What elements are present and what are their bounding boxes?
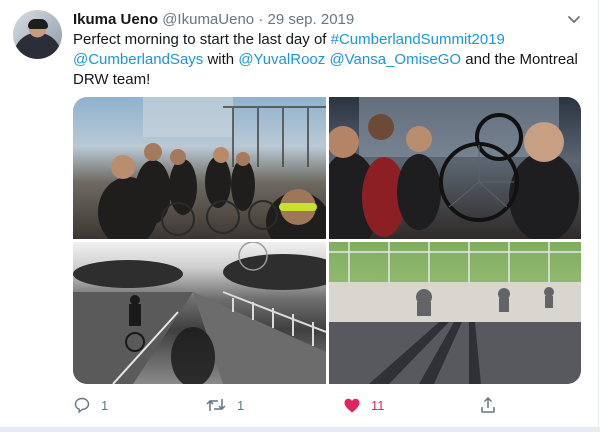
separator-dot: · — [258, 11, 264, 28]
mention-link[interactable]: @CumberlandSays — [73, 51, 203, 68]
photo-cyclists-bridge[interactable] — [73, 97, 326, 239]
photo-grid — [73, 97, 581, 384]
author-name[interactable]: Ikuma Ueno — [73, 11, 158, 28]
reply-count: 1 — [101, 397, 109, 413]
divider — [0, 427, 600, 432]
author-handle[interactable]: @IkumaUeno — [162, 11, 254, 28]
tweet-date[interactable]: 29 sep. 2019 — [267, 11, 354, 28]
avatar[interactable] — [13, 10, 62, 59]
share-button[interactable] — [479, 393, 497, 417]
share-icon — [481, 397, 495, 413]
photo-bw-cyclist[interactable] — [73, 242, 326, 384]
chevron-down-icon[interactable] — [566, 13, 582, 27]
retweet-count: 1 — [237, 397, 245, 413]
tweet-text-part: with — [203, 51, 239, 68]
like-button[interactable]: 11 — [343, 393, 385, 417]
tweet-actions: 1 1 11 — [73, 393, 503, 417]
tweet-header: Ikuma Ueno @IkumaUeno · 29 sep. 2019 — [73, 11, 354, 28]
mention-link[interactable]: @YuvalRooz — [238, 51, 325, 68]
tweet-card[interactable]: Ikuma Ueno @IkumaUeno · 29 sep. 2019 Per… — [0, 0, 599, 432]
hashtag-link[interactable]: #CumberlandSummit2019 — [331, 31, 505, 48]
retweet-icon — [206, 399, 226, 411]
photo-cyclist-shadows[interactable] — [329, 242, 581, 384]
tweet-text: Perfect morning to start the last day of… — [73, 30, 578, 90]
photo-group-selfie[interactable] — [329, 97, 581, 239]
heart-icon — [344, 398, 360, 412]
reply-button[interactable]: 1 — [73, 393, 108, 417]
mention-link[interactable]: @Vansa_OmiseGO — [329, 51, 461, 68]
like-count: 11 — [371, 397, 385, 413]
tweet-text-part: Perfect morning to start the last day of — [73, 31, 331, 48]
reply-icon — [74, 397, 90, 414]
retweet-button[interactable]: 1 — [205, 393, 244, 417]
